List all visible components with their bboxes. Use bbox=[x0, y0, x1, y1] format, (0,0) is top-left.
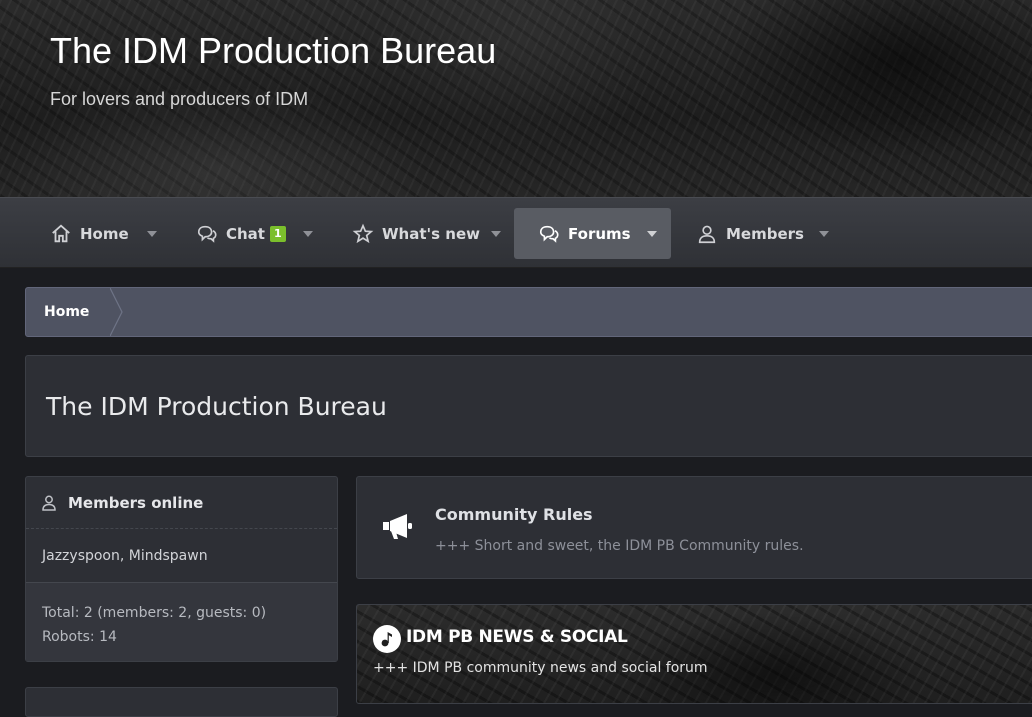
chevron-down-icon bbox=[303, 230, 313, 237]
nav-tab-chat-label: Chat bbox=[226, 224, 265, 243]
breadcrumb-home[interactable]: Home bbox=[26, 288, 113, 336]
chat-icon bbox=[539, 225, 559, 243]
nav-whats-new-caret[interactable] bbox=[486, 208, 506, 259]
chevron-down-icon bbox=[147, 230, 157, 237]
nav-chat-caret[interactable] bbox=[298, 208, 318, 259]
node-description: +++ Short and sweet, the IDM PB Communit… bbox=[435, 538, 804, 554]
site-title[interactable]: The IDM Production Bureau bbox=[50, 30, 496, 72]
site-tagline: For lovers and producers of IDM bbox=[50, 89, 309, 109]
chevron-down-icon bbox=[647, 230, 657, 237]
chat-icon bbox=[197, 225, 217, 243]
nav-tab-whats-new-label: What's new bbox=[382, 224, 480, 243]
nav-home-caret[interactable] bbox=[142, 208, 162, 259]
online-users-list[interactable]: Jazzyspoon, Mindspawn bbox=[26, 529, 337, 583]
breadcrumb: Home bbox=[25, 287, 1032, 337]
members-online-block: Members online Jazzyspoon, Mindspawn Tot… bbox=[25, 476, 338, 662]
sidebar-block-next bbox=[25, 687, 338, 717]
nav-forums-caret[interactable] bbox=[642, 208, 662, 259]
online-stats: Total: 2 (members: 2, guests: 0) Robots:… bbox=[26, 583, 337, 661]
chevron-down-icon bbox=[491, 230, 501, 237]
members-online-heading[interactable]: Members online bbox=[68, 494, 203, 512]
page-title-block: The IDM Production Bureau bbox=[25, 355, 1032, 457]
main-nav: Home Chat 1 What's new Forums Members bbox=[0, 197, 1032, 268]
forum-node-community-rules[interactable]: Community Rules +++ Short and sweet, the… bbox=[356, 476, 1032, 579]
nav-tab-members[interactable]: Members bbox=[684, 208, 809, 259]
nav-tab-chat[interactable]: Chat 1 bbox=[184, 208, 294, 259]
music-note-icon bbox=[373, 625, 401, 653]
category-title[interactable]: IDM PB NEWS & SOCIAL bbox=[406, 627, 628, 647]
chevron-down-icon bbox=[819, 230, 829, 237]
members-online-header: Members online bbox=[26, 477, 337, 529]
node-title[interactable]: Community Rules bbox=[435, 505, 593, 524]
nav-members-caret[interactable] bbox=[814, 208, 834, 259]
nav-tab-members-label: Members bbox=[726, 224, 804, 243]
nav-tab-forums-label: Forums bbox=[568, 224, 631, 243]
user-icon bbox=[698, 225, 716, 243]
forum-category-news-social[interactable]: IDM PB NEWS & SOCIAL +++ IDM PB communit… bbox=[356, 604, 1032, 704]
star-icon bbox=[352, 223, 374, 243]
user-icon bbox=[42, 495, 56, 511]
site-header: The IDM Production Bureau For lovers and… bbox=[0, 0, 1032, 197]
chat-count-badge: 1 bbox=[269, 225, 286, 242]
page-title: The IDM Production Bureau bbox=[46, 392, 387, 421]
nav-tab-home[interactable]: Home bbox=[38, 208, 138, 259]
nav-tab-home-label: Home bbox=[80, 224, 129, 243]
online-robots: Robots: 14 bbox=[42, 629, 117, 645]
megaphone-icon bbox=[383, 514, 412, 539]
breadcrumb-separator bbox=[110, 288, 123, 336]
category-description: +++ IDM PB community news and social for… bbox=[373, 660, 708, 676]
online-total: Total: 2 (members: 2, guests: 0) bbox=[42, 605, 267, 621]
nav-tab-whats-new[interactable]: What's new bbox=[340, 208, 480, 259]
home-icon bbox=[52, 224, 70, 242]
